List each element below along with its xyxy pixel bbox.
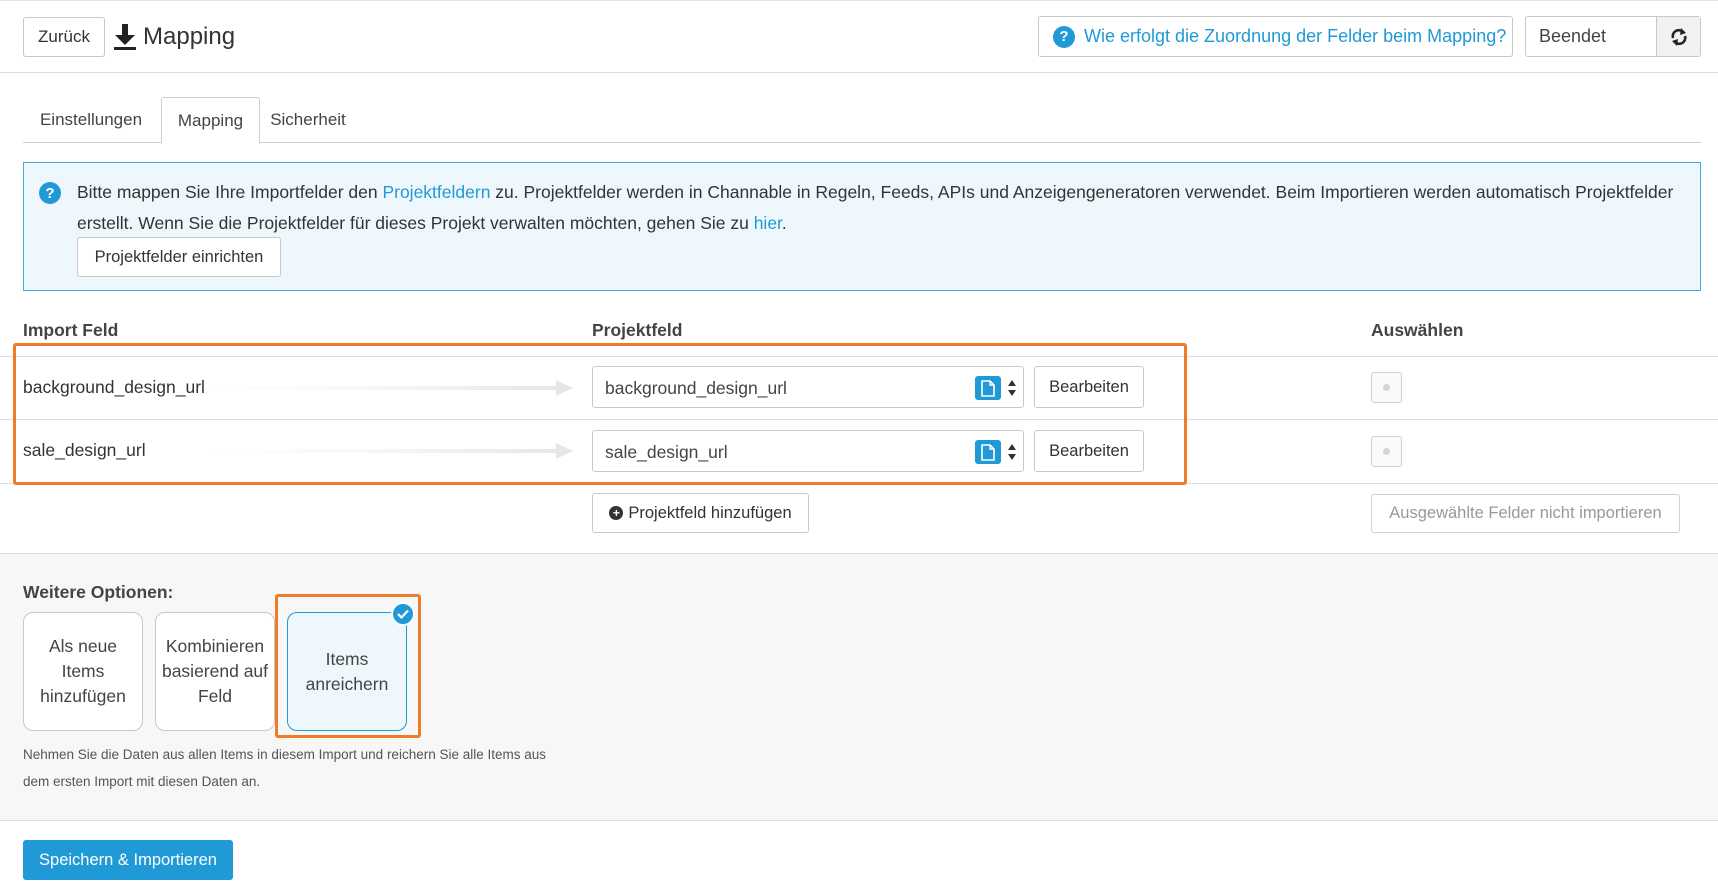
divider — [0, 483, 1718, 484]
tab-mapping[interactable]: Mapping — [161, 97, 260, 144]
info-text-part: . — [781, 213, 787, 233]
page-title: Mapping — [143, 23, 236, 50]
select-checkbox[interactable] — [1371, 372, 1402, 403]
column-header-select: Auswählen — [1371, 320, 1464, 340]
further-options-title: Weitere Optionen: — [23, 582, 174, 602]
project-field-select[interactable]: background_design_url — [592, 366, 1024, 408]
question-icon: ? — [39, 182, 61, 204]
edit-button[interactable]: Bearbeiten — [1034, 430, 1144, 472]
option-card-add-new[interactable]: Als neue Items hinzufügen — [23, 612, 143, 731]
status-text: Beendet — [1539, 26, 1607, 46]
edit-button[interactable]: Bearbeiten — [1034, 366, 1144, 408]
option-card-label: Items anreichern — [305, 648, 389, 694]
checkbox-dot — [1383, 448, 1390, 455]
add-project-field-button[interactable]: + Projektfeld hinzufügen — [592, 493, 809, 533]
back-button[interactable]: Zurück — [23, 17, 105, 57]
skip-selected-fields-button[interactable]: Ausgewählte Felder nicht importieren — [1371, 494, 1680, 533]
save-and-import-button[interactable]: Speichern & Importieren — [23, 840, 233, 880]
question-icon: ? — [1053, 25, 1075, 48]
column-header-project-field: Projektfeld — [592, 320, 683, 340]
option-card-combine[interactable]: Kombinieren basierend auf Feld — [155, 612, 275, 731]
status-box: Beendet — [1525, 16, 1701, 57]
download-icon — [114, 24, 136, 50]
select-checkbox[interactable] — [1371, 436, 1402, 467]
mapping-help-button[interactable]: ? Wie erfolgt die Zuordnung der Felder b… — [1038, 16, 1513, 57]
refresh-icon — [1670, 27, 1687, 46]
document-icon[interactable] — [975, 440, 1001, 464]
top-bar: Zurück Mapping ? Wie erfolgt die Zuordnu… — [0, 0, 1718, 73]
import-field-label: background_design_url — [23, 377, 205, 397]
setup-project-fields-button[interactable]: Projektfelder einrichten — [77, 237, 281, 277]
arrow-right-icon — [200, 380, 573, 396]
tab-einstellungen[interactable]: Einstellungen — [23, 97, 159, 143]
import-field-label: sale_design_url — [23, 440, 146, 460]
project-fields-link[interactable]: Projektfeldern — [382, 182, 490, 202]
project-field-select[interactable]: sale_design_url — [592, 430, 1024, 472]
document-icon[interactable] — [975, 376, 1001, 400]
column-header-import-field: Import Feld — [23, 320, 119, 340]
further-options-panel: Weitere Optionen: Als neue Items hinzufü… — [0, 553, 1718, 821]
option-description: Nehmen Sie die Daten aus allen Items in … — [23, 747, 547, 789]
mapping-help-label: Wie erfolgt die Zuordnung der Felder bei… — [1084, 26, 1507, 46]
option-card-label: Als neue Items hinzufügen — [40, 636, 126, 706]
here-link[interactable]: hier — [754, 213, 782, 233]
info-box: ? Bitte mappen Sie Ihre Importfelder den… — [23, 162, 1701, 291]
divider — [0, 356, 1718, 357]
info-text-part: Bitte mappen Sie Ihre Importfelder den — [77, 182, 383, 202]
sort-arrows-icon — [1008, 380, 1016, 396]
info-text: Bitte mappen Sie Ihre Importfelder den P… — [77, 177, 1677, 239]
add-project-field-label: Projektfeld hinzufügen — [628, 503, 792, 522]
sort-arrows-icon — [1008, 444, 1016, 460]
check-icon — [391, 602, 415, 626]
tab-sicherheit[interactable]: Sicherheit — [260, 97, 356, 143]
arrow-right-icon — [200, 443, 573, 459]
refresh-button[interactable] — [1656, 17, 1700, 56]
project-field-value: background_design_url — [605, 378, 787, 398]
tab-bar: Einstellungen Mapping Sicherheit — [23, 97, 1701, 144]
option-card-label: Kombinieren basierend auf Feld — [161, 636, 269, 706]
plus-circle-icon: + — [609, 506, 624, 520]
project-field-value: sale_design_url — [605, 442, 728, 462]
divider — [0, 419, 1718, 420]
option-card-enrich[interactable]: Items anreichern — [287, 612, 407, 731]
checkbox-dot — [1383, 384, 1390, 391]
